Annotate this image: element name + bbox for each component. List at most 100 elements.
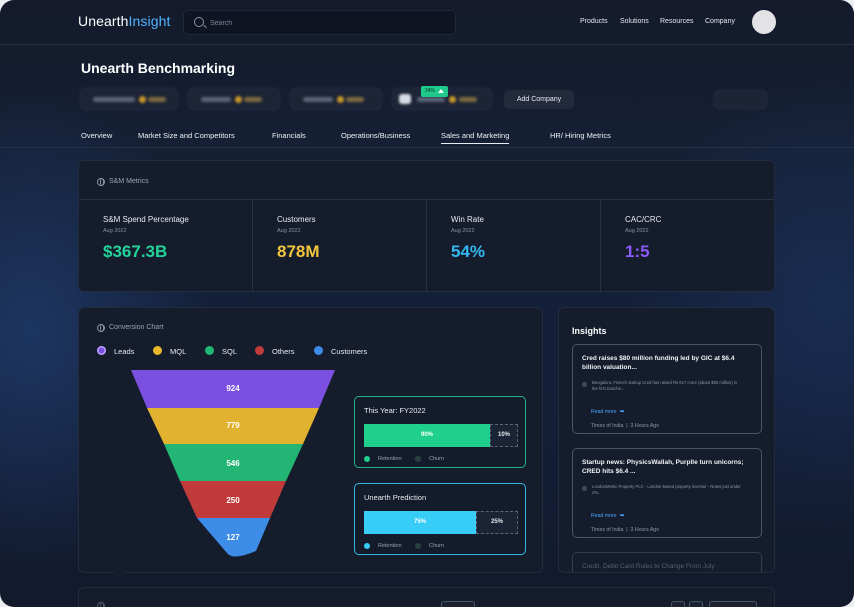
news-title: Cred raises $80 million funding led by G… bbox=[582, 355, 735, 371]
read-more-link[interactable]: Read more ➦ bbox=[591, 512, 625, 519]
metric-label: Win Rate bbox=[451, 215, 484, 224]
add-company-button[interactable]: Add Company bbox=[504, 90, 574, 109]
metric-date: Aug 2022 bbox=[277, 228, 301, 234]
company-chip[interactable] bbox=[80, 88, 178, 110]
news-meta: Times of India | 3 Hours Ago bbox=[591, 423, 660, 429]
panel-pointer bbox=[113, 572, 125, 579]
conversion-chart-panel: Conversion Chart Leads MQL SQL Others Cu… bbox=[78, 307, 543, 573]
period-select[interactable] bbox=[441, 601, 475, 607]
badge-text: 24% bbox=[425, 88, 436, 94]
legend-label: SQL bbox=[222, 347, 238, 356]
news-bullet bbox=[582, 382, 587, 387]
globe-icon bbox=[97, 324, 105, 332]
tabs-divider bbox=[0, 147, 854, 148]
search-icon bbox=[194, 17, 204, 27]
share-arrow-icon: ➦ bbox=[619, 409, 625, 415]
legend-swatch bbox=[153, 346, 162, 355]
company-chip[interactable] bbox=[188, 88, 280, 110]
globe-icon bbox=[97, 602, 105, 607]
share-arrow-icon: ➦ bbox=[619, 513, 625, 519]
funnel-value-leads: 924 bbox=[226, 384, 240, 393]
arrow-up-icon bbox=[438, 89, 444, 93]
funnel-value-sql: 546 bbox=[226, 459, 240, 468]
retention-bar: 90% 10% bbox=[364, 424, 518, 447]
logo[interactable]: UnearthInsight bbox=[78, 13, 170, 29]
globe-icon bbox=[97, 178, 105, 186]
sm-metrics-panel: S&M Metrics S&M Spend Percentage Aug 202… bbox=[78, 160, 776, 293]
search-input[interactable] bbox=[210, 15, 440, 31]
metric-label: CAC/CRC bbox=[625, 215, 662, 224]
metric-value: 1:5 bbox=[625, 242, 650, 261]
legend-label: Others bbox=[272, 347, 295, 356]
read-more-link[interactable]: Read more ➦ bbox=[591, 408, 625, 415]
legend-swatch bbox=[97, 346, 106, 355]
metric-value: 54% bbox=[451, 242, 486, 261]
tab-financials[interactable]: Financials bbox=[272, 131, 306, 140]
win-rate-change-badge: 24% bbox=[421, 86, 448, 97]
list-view-icon[interactable] bbox=[671, 601, 685, 607]
retention-bar: 75% 25% bbox=[364, 511, 518, 534]
tab-sales-marketing[interactable]: Sales and Marketing bbox=[441, 131, 510, 144]
avatar[interactable] bbox=[752, 10, 776, 34]
churn-segment: 25% bbox=[476, 511, 518, 534]
metric-label: Customers bbox=[277, 215, 316, 224]
news-card[interactable]: Startup news: PhysicsWallah, Purplle tur… bbox=[572, 448, 762, 538]
search-bar[interactable] bbox=[183, 10, 456, 35]
news-card[interactable]: Credit, Debit Card Rules to Change From … bbox=[572, 552, 762, 572]
check-icon[interactable] bbox=[689, 601, 703, 607]
funnel-value-others: 250 bbox=[226, 496, 240, 505]
metric-cac-crc: CAC/CRC Aug 2022 1:5 bbox=[601, 200, 776, 293]
legend-label: Leads bbox=[114, 347, 135, 356]
funnel-value-customers: 127 bbox=[226, 533, 240, 542]
tab-bar: Overview Market Size and Competitors Fin… bbox=[0, 131, 854, 147]
metric-win-rate: Win Rate Aug 2022 54% bbox=[427, 200, 601, 293]
page-title: Unearth Benchmarking bbox=[81, 60, 236, 76]
tab-overview[interactable]: Overview bbox=[81, 131, 112, 140]
metric-value: 878M bbox=[277, 242, 320, 261]
insights-panel: Insights Cred raises $80 million funding… bbox=[558, 307, 775, 573]
tab-market-size[interactable]: Market Size and Competitors bbox=[138, 131, 235, 140]
news-card[interactable]: Cred raises $80 million funding led by G… bbox=[572, 344, 762, 434]
metric-label: S&M Spend Percentage bbox=[103, 215, 189, 224]
funnel-value-mql: 779 bbox=[226, 421, 240, 430]
legend-label: MQL bbox=[170, 347, 187, 356]
insights-title: Insights bbox=[572, 326, 607, 336]
retention-fill: 75% bbox=[364, 511, 476, 534]
nav-company[interactable]: Company bbox=[705, 18, 735, 25]
news-body: Bengaluru: Fintech startup Cred has rais… bbox=[592, 380, 738, 391]
card-title: Unearth Prediction bbox=[364, 493, 427, 502]
legend-swatch bbox=[314, 346, 323, 355]
tab-hr-hiring[interactable]: HR/ Hiring Metrics bbox=[550, 131, 611, 140]
metric-date: Aug 2022 bbox=[625, 228, 649, 234]
legend-label: Customers bbox=[331, 347, 368, 356]
news-meta: Times of India | 3 Hours Ago bbox=[591, 527, 660, 533]
churn-segment: 10% bbox=[490, 424, 518, 447]
this-year-retention-card: This Year: FY2022 90% 10% Retention Chur… bbox=[354, 396, 526, 468]
metric-value: $367.3B bbox=[103, 242, 168, 261]
news-body: LondonMetric Property PLC - London-based… bbox=[592, 484, 741, 495]
logo-accent-text: Insight bbox=[128, 13, 171, 29]
news-bullet bbox=[582, 486, 587, 491]
news-title: Credit, Debit Card Rules to Change From … bbox=[582, 563, 715, 570]
metric-sm-spend: S&M Spend Percentage Aug 2022 $367.3B bbox=[79, 200, 253, 293]
nav-solutions[interactable]: Solutions bbox=[620, 18, 649, 25]
tab-operations[interactable]: Operations/Business bbox=[341, 131, 410, 140]
metric-customers: Customers Aug 2022 878M bbox=[253, 200, 427, 293]
channel-panel bbox=[78, 587, 775, 607]
card-title: This Year: FY2022 bbox=[364, 406, 426, 415]
legend-swatch bbox=[255, 346, 264, 355]
sm-metrics-title: S&M Metrics bbox=[109, 178, 149, 185]
news-title: Startup news: PhysicsWallah, Purplle tur… bbox=[582, 459, 744, 475]
nav-products[interactable]: Products bbox=[580, 18, 608, 25]
logo-text: Unearth bbox=[78, 13, 129, 29]
retention-fill: 90% bbox=[364, 424, 490, 447]
metric-date: Aug 2022 bbox=[451, 228, 475, 234]
sm-metrics-header: S&M Metrics bbox=[79, 161, 774, 200]
nav-resources[interactable]: Resources bbox=[660, 18, 693, 25]
export-button[interactable] bbox=[709, 601, 757, 607]
filter-chip[interactable] bbox=[714, 90, 767, 109]
metric-date: Aug 2022 bbox=[103, 228, 127, 234]
top-navigation-bar: UnearthInsight Products Solutions Resour… bbox=[0, 0, 854, 45]
prediction-retention-card: Unearth Prediction 75% 25% Retention Chu… bbox=[354, 483, 526, 555]
company-chip[interactable] bbox=[290, 88, 382, 110]
